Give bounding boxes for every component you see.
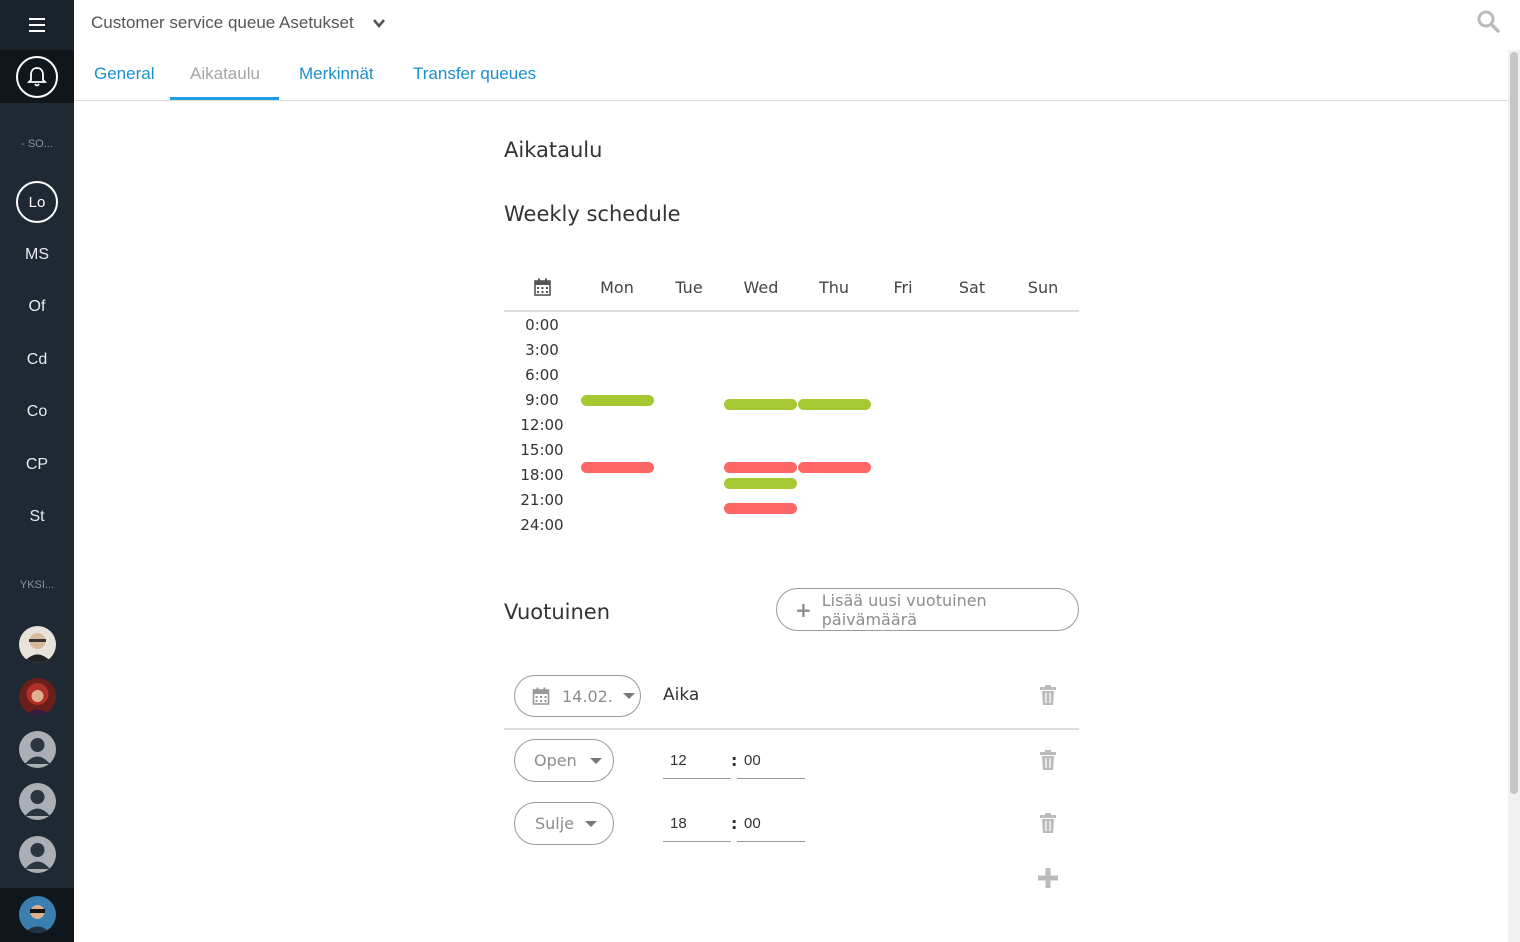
- hour-label: 9:00: [525, 391, 559, 409]
- schedule-bar-open[interactable]: [724, 399, 797, 410]
- sidebar-item-cp[interactable]: CP: [0, 456, 74, 474]
- divider: [504, 728, 1079, 730]
- schedule-bar-close[interactable]: [724, 462, 797, 473]
- schedule-bar-open[interactable]: [724, 478, 797, 489]
- caret-down-icon: [589, 757, 602, 764]
- bell-icon: [16, 55, 58, 98]
- time-label: Aika: [663, 685, 700, 705]
- annual-heading: Vuotuinen: [504, 600, 611, 624]
- hour-label: 15:00: [520, 441, 564, 459]
- avatar[interactable]: [19, 836, 56, 873]
- hour-input[interactable]: 18: [663, 802, 731, 842]
- sidebar-item-of[interactable]: Of: [0, 298, 74, 316]
- caret-down-icon: [585, 820, 598, 827]
- notifications-button[interactable]: [0, 50, 74, 103]
- day-header-wed: Wed: [743, 278, 779, 297]
- add-row-icon[interactable]: [1038, 868, 1058, 888]
- sidebar-item-lo[interactable]: Lo: [16, 181, 58, 223]
- tab-merkinnat[interactable]: Merkinnät: [299, 64, 374, 84]
- sidebar-item-cd[interactable]: Cd: [0, 351, 74, 369]
- menu-icon: [29, 16, 45, 34]
- day-header-fri: Fri: [893, 278, 913, 297]
- sidebar: - SO... Lo MS Of Cd Co CP St YKSI...: [0, 0, 74, 942]
- user-avatar[interactable]: [19, 896, 56, 933]
- open-close-select[interactable]: Sulje: [514, 802, 614, 845]
- avatar[interactable]: [19, 678, 56, 715]
- hour-label: 6:00: [525, 366, 559, 384]
- day-header-mon: Mon: [600, 278, 634, 297]
- schedule-header: Mon Tue Wed Thu Fri Sat Sun: [504, 270, 1079, 312]
- day-header-thu: Thu: [818, 278, 850, 297]
- trash-icon[interactable]: [1039, 685, 1057, 705]
- date-select[interactable]: 14.02.: [514, 675, 641, 717]
- chevron-down-icon[interactable]: [372, 16, 386, 30]
- day-header-sun: Sun: [1027, 278, 1059, 297]
- hour-label: 18:00: [520, 466, 564, 484]
- avatar[interactable]: [19, 731, 56, 768]
- open-close-select[interactable]: Open: [514, 739, 614, 782]
- menu-button[interactable]: [0, 0, 74, 50]
- plus-icon: +: [795, 597, 812, 622]
- page-title[interactable]: Customer service queue Asetukset: [91, 13, 386, 33]
- active-tab-indicator: [170, 97, 279, 100]
- schedule-bar-close[interactable]: [798, 462, 871, 473]
- sidebar-item-co[interactable]: Co: [0, 403, 74, 421]
- hour-label: 24:00: [520, 516, 564, 534]
- day-header-sat: Sat: [958, 278, 986, 297]
- sidebar-item-st[interactable]: St: [0, 508, 74, 526]
- hour-label: 21:00: [520, 491, 564, 509]
- sidebar-section-label: - SO...: [21, 138, 53, 150]
- minute-input[interactable]: 00: [737, 802, 805, 842]
- calendar-icon: [532, 687, 550, 705]
- tab-general[interactable]: General: [94, 64, 154, 84]
- caret-down-icon: [622, 693, 635, 699]
- sidebar-item-ms[interactable]: MS: [0, 246, 74, 264]
- avatar[interactable]: [19, 783, 56, 820]
- minute-input[interactable]: 00: [737, 739, 805, 779]
- trash-icon[interactable]: [1039, 750, 1057, 770]
- sidebar-section-label: YKSI...: [19, 579, 55, 591]
- hour-label: 12:00: [520, 416, 564, 434]
- hour-label: 0:00: [525, 316, 559, 334]
- row-type-label: Open: [534, 751, 577, 770]
- schedule-bar-open[interactable]: [798, 399, 871, 410]
- section-heading: Aikataulu: [504, 138, 603, 162]
- hour-label: 3:00: [525, 341, 559, 359]
- schedule-bar-open[interactable]: [581, 395, 654, 406]
- tab-aikataulu[interactable]: Aikataulu: [190, 64, 260, 84]
- add-annual-date-button[interactable]: + Lisää uusi vuotuinen päivämäärä: [776, 588, 1079, 631]
- hour-input[interactable]: 12: [663, 739, 731, 779]
- calendar-icon: [534, 278, 551, 296]
- avatar[interactable]: [19, 626, 56, 663]
- tab-bar: General Aikataulu Merkinnät Transfer que…: [74, 50, 1508, 101]
- scrollbar-thumb[interactable]: [1510, 52, 1518, 794]
- day-header-tue: Tue: [675, 278, 703, 297]
- trash-icon[interactable]: [1039, 813, 1057, 833]
- schedule-bar-close[interactable]: [724, 503, 797, 514]
- tab-transfer-queues[interactable]: Transfer queues: [413, 64, 536, 84]
- weekly-schedule-heading: Weekly schedule: [504, 202, 681, 226]
- page-title-text: Customer service queue Asetukset: [91, 13, 354, 32]
- date-value: 14.02.: [562, 686, 613, 706]
- add-annual-date-label: Lisää uusi vuotuinen päivämäärä: [821, 590, 987, 629]
- row-type-label: Sulje: [535, 814, 575, 833]
- search-icon[interactable]: [1476, 9, 1500, 33]
- schedule-bar-close[interactable]: [581, 462, 654, 473]
